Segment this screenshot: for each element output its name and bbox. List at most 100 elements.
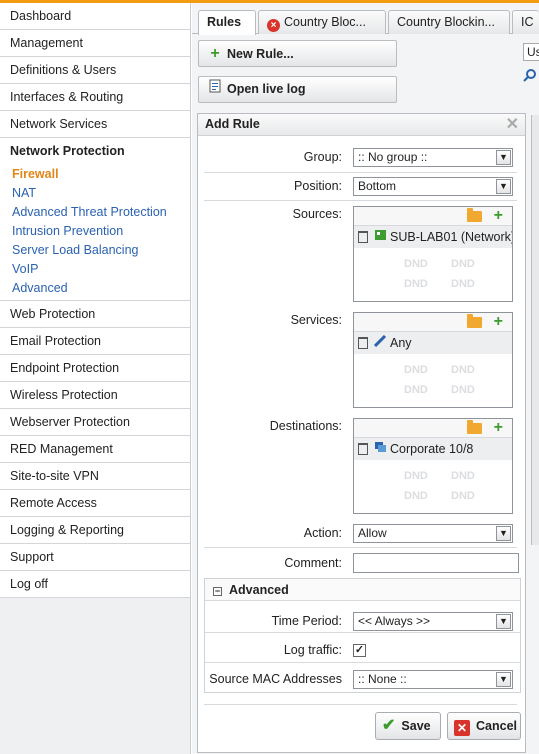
sidebar-subitem-voip[interactable]: VoIP — [0, 260, 190, 279]
dialog-title: Add Rule — [205, 117, 260, 131]
advanced-title: Advanced — [229, 583, 289, 597]
cancel-button[interactable]: ✕ Cancel — [447, 712, 521, 740]
sidebar-item-definitions-users[interactable]: Definitions & Users — [0, 57, 190, 84]
sidebar-item-management[interactable]: Management — [0, 30, 190, 57]
drop-zone-hint: DND — [404, 364, 428, 376]
sidebar-subitem-intrusion-prevention[interactable]: Intrusion Prevention — [0, 222, 190, 241]
position-label: Position: — [294, 179, 342, 193]
sources-entry-label: SUB-LAB01 (Network) — [390, 230, 512, 244]
drop-zone-hint: DND — [404, 384, 428, 396]
plus-icon: + — [210, 45, 220, 62]
collapse-icon[interactable]: − — [213, 587, 222, 596]
destinations-listbox[interactable]: + Corporate 10/8 DND DND DND DND — [353, 418, 513, 514]
sidebar-subitem-advanced-threat-protection[interactable]: Advanced Threat Protection — [0, 203, 190, 222]
divider — [205, 632, 520, 633]
rules-list-edge — [531, 115, 539, 545]
plus-icon[interactable]: + — [494, 313, 503, 331]
sidebar-item-support[interactable]: Support — [0, 544, 190, 571]
sidebar-item-endpoint-protection[interactable]: Endpoint Protection — [0, 355, 190, 382]
folder-icon[interactable] — [467, 420, 482, 434]
services-listbox[interactable]: + Any DND DND DND DND — [353, 312, 513, 408]
save-button[interactable]: ✔ Save — [375, 712, 441, 740]
divider — [204, 547, 517, 548]
tab-bar: Rules × Country Bloc... Country Blockin..… — [192, 10, 539, 35]
comment-input[interactable] — [353, 553, 519, 573]
new-rule-button[interactable]: + New Rule... — [198, 40, 397, 67]
chevron-down-icon: ▼ — [496, 150, 511, 165]
time-period-label: Time Period: — [271, 614, 342, 628]
group-select-value: :: No group :: — [358, 150, 428, 164]
divider — [204, 172, 517, 173]
tab-country-blocking[interactable]: × Country Bloc... — [258, 10, 386, 34]
sidebar-item-logging-reporting[interactable]: Logging & Reporting — [0, 517, 190, 544]
sources-toolbar: + — [354, 207, 512, 226]
trash-icon[interactable] — [358, 337, 368, 349]
sidebar-submenu: Firewall NAT Advanced Threat Protection … — [0, 165, 190, 301]
position-select[interactable]: Bottom ▼ — [353, 177, 513, 196]
sidebar-item-webserver-protection[interactable]: Webserver Protection — [0, 409, 190, 436]
drop-zone-hint: DND — [404, 258, 428, 270]
trash-icon[interactable] — [358, 231, 368, 243]
drop-zone-hint: DND — [404, 490, 428, 502]
service-any-icon — [373, 332, 387, 354]
network-icon — [373, 226, 387, 248]
drop-zone-hint: DND — [451, 364, 475, 376]
sidebar-item-email-protection[interactable]: Email Protection — [0, 328, 190, 355]
log-traffic-checkbox[interactable]: ✓ — [353, 644, 366, 657]
sidebar-item-site-to-site-vpn[interactable]: Site-to-site VPN — [0, 463, 190, 490]
services-entry-label: Any — [390, 336, 412, 350]
source-mac-label: Source MAC Addresses — [209, 672, 342, 686]
action-select[interactable]: Allow ▼ — [353, 524, 513, 543]
tab-rules-label: Rules — [207, 15, 242, 29]
group-select[interactable]: :: No group :: ▼ — [353, 148, 513, 167]
chevron-down-icon: ▼ — [496, 526, 511, 541]
sources-label: Sources: — [292, 207, 342, 221]
destinations-entry[interactable]: Corporate 10/8 — [354, 438, 512, 460]
close-icon[interactable]: ✕ — [506, 114, 519, 135]
sidebar-nav: Dashboard Management Definitions & Users… — [0, 3, 191, 754]
plus-icon[interactable]: + — [494, 207, 503, 225]
main-content: Rules × Country Bloc... Country Blockin..… — [192, 3, 539, 754]
folder-icon[interactable] — [467, 314, 482, 328]
action-label: Action: — [303, 526, 342, 540]
sources-entry[interactable]: SUB-LAB01 (Network) — [354, 226, 512, 248]
services-entry[interactable]: Any — [354, 332, 512, 354]
destinations-entry-label: Corporate 10/8 — [390, 442, 474, 456]
drop-zone-hint: DND — [451, 278, 475, 290]
chevron-down-icon: ▼ — [496, 614, 511, 629]
cancel-label: Cancel — [476, 719, 517, 733]
source-mac-select-value: :: None :: — [358, 672, 407, 686]
search-icon[interactable] — [523, 68, 539, 84]
time-period-select[interactable]: << Always >> ▼ — [353, 612, 513, 631]
services-toolbar: + — [354, 313, 512, 332]
sources-listbox[interactable]: + SUB-LAB01 (Network) DND DND DND DND — [353, 206, 513, 302]
sidebar-item-remote-access[interactable]: Remote Access — [0, 490, 190, 517]
tab-country-blocking-label: Country Bloc... — [284, 15, 366, 29]
group-label: Group: — [303, 150, 342, 164]
sidebar-item-network-protection[interactable]: Network Protection — [0, 138, 190, 165]
sidebar-subitem-advanced[interactable]: Advanced — [0, 279, 190, 298]
sidebar-item-dashboard[interactable]: Dashboard — [0, 3, 190, 30]
destinations-label: Destinations: — [269, 419, 342, 433]
filter-select[interactable]: Us — [523, 43, 539, 61]
source-mac-select[interactable]: :: None :: ▼ — [353, 670, 513, 689]
sidebar-item-interfaces-routing[interactable]: Interfaces & Routing — [0, 84, 190, 111]
sidebar-item-web-protection[interactable]: Web Protection — [0, 301, 190, 328]
sidebar-item-network-services[interactable]: Network Services — [0, 111, 190, 138]
sidebar-item-red-management[interactable]: RED Management — [0, 436, 190, 463]
tab-icmp[interactable]: IC — [512, 10, 539, 34]
plus-icon[interactable]: + — [494, 419, 503, 437]
sidebar-subitem-server-load-balancing[interactable]: Server Load Balancing — [0, 241, 190, 260]
sidebar-item-wireless-protection[interactable]: Wireless Protection — [0, 382, 190, 409]
position-select-value: Bottom — [358, 179, 397, 193]
trash-icon[interactable] — [358, 443, 368, 455]
tab-country-blocking-exceptions[interactable]: Country Blockin... — [388, 10, 510, 34]
sidebar-item-log-off[interactable]: Log off — [0, 571, 190, 598]
advanced-header[interactable]: − Advanced — [205, 579, 520, 601]
folder-icon[interactable] — [467, 208, 482, 222]
tab-rules[interactable]: Rules — [198, 10, 256, 35]
time-period-select-value: << Always >> — [358, 614, 431, 628]
sidebar-subitem-nat[interactable]: NAT — [0, 184, 190, 203]
open-live-log-button[interactable]: Open live log — [198, 76, 397, 103]
sidebar-subitem-firewall[interactable]: Firewall — [0, 165, 190, 184]
